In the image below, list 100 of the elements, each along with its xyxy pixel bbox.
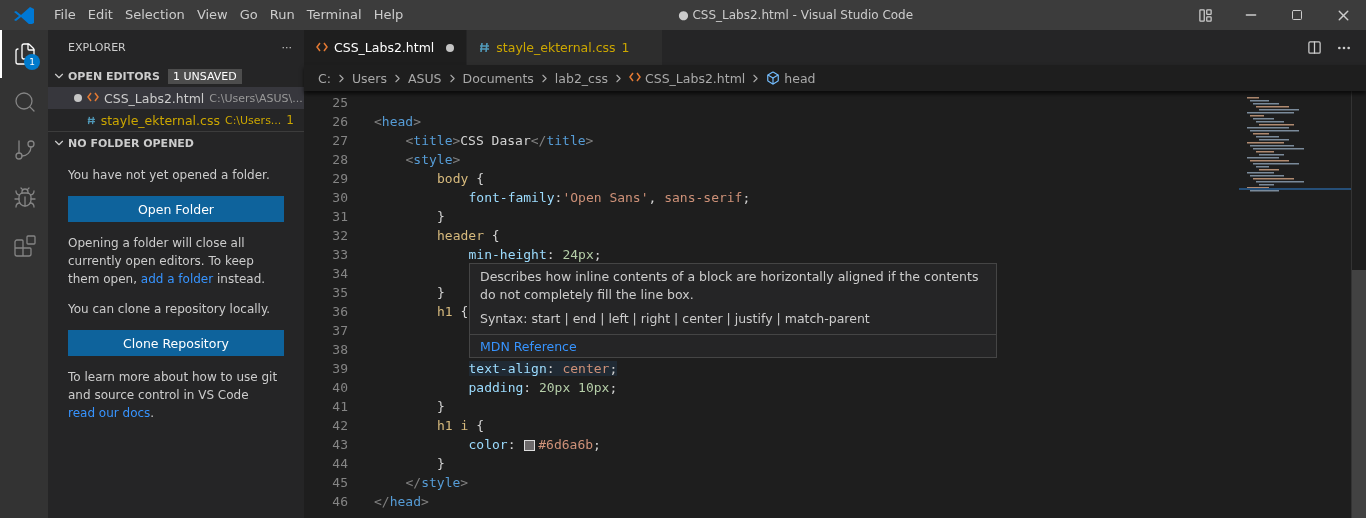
code-token: style — [413, 152, 453, 167]
menu-item[interactable]: Terminal — [300, 0, 368, 30]
code-token: < — [405, 133, 414, 148]
line-number: 30 — [331, 190, 348, 205]
line-number: 45 — [331, 475, 348, 490]
code-token: > — [585, 133, 594, 148]
line-number: 39 — [331, 361, 348, 376]
code-token: font-family — [468, 190, 555, 205]
line-number: 25 — [331, 95, 348, 110]
line-number: 37 — [331, 323, 348, 338]
search-icon[interactable] — [13, 90, 37, 114]
split-editor-icon[interactable] — [1307, 40, 1322, 55]
tooltip-syntax: Syntax: start | end | left | right | center | justify | match-parent — [480, 310, 871, 328]
breadcrumb-item[interactable]: Documents — [462, 70, 534, 86]
code-token: 24px — [562, 247, 594, 262]
code-token: : — [546, 361, 556, 376]
breadcrumb-item[interactable]: C: — [318, 70, 331, 86]
code-token: } — [437, 456, 445, 471]
file-name[interactable]: CSS_Labs2.html — [104, 90, 205, 106]
menu-item[interactable]: Edit — [81, 0, 119, 30]
code-token: head — [381, 114, 414, 129]
code-token: { — [475, 418, 484, 433]
open-editor-item[interactable]: stayle_ekternal.css C:\Users... 1 — [48, 109, 304, 131]
hash-icon — [479, 42, 491, 53]
code-token: : — [507, 437, 517, 452]
code-token: h1 — [437, 304, 453, 319]
open-folder-button[interactable]: Open Folder — [68, 196, 284, 222]
code-token: } — [437, 399, 445, 414]
breadcrumb-item[interactable]: head — [766, 70, 816, 86]
source-control-icon[interactable] — [13, 138, 37, 162]
breadcrumb-item[interactable]: CSS_Labs2.html — [629, 70, 746, 86]
code-token: : — [523, 380, 533, 395]
line-number: 40 — [331, 380, 348, 395]
editor-tab[interactable]: CSS_Labs2.html — [304, 30, 468, 65]
cube-icon — [766, 71, 781, 85]
menu-item[interactable]: Help — [367, 0, 410, 30]
menu-item[interactable]: Go — [233, 0, 264, 30]
code-token: > — [452, 133, 461, 148]
line-number: 38 — [331, 342, 348, 357]
info-text: To learn more about how to use git and source control in VS Code read our docs. — [68, 369, 279, 422]
code-token: > — [460, 475, 469, 490]
file-name[interactable]: stayle_ekternal.css — [100, 112, 220, 128]
code-token: : — [546, 247, 556, 262]
menu-item[interactable]: Selection — [118, 0, 191, 30]
breadcrumb-item[interactable]: ASUS — [407, 70, 442, 86]
color-swatch[interactable] — [524, 440, 536, 451]
menu-item[interactable]: File — [48, 0, 82, 30]
code-token: } — [437, 209, 445, 224]
sidebar-title: EXPLORER — [68, 41, 126, 54]
open-editor-item[interactable]: CSS_Labs2.html C:\Users\ASUS\... — [48, 87, 304, 109]
line-number: 35 — [331, 285, 348, 300]
code-token: 20px 10px — [538, 380, 610, 395]
unsaved-badge: 1 UNSAVED — [167, 68, 242, 84]
code-token: body — [437, 171, 469, 186]
code-token: ; — [742, 190, 751, 205]
line-number: 42 — [331, 418, 348, 433]
code-token: 'Open Sans' — [562, 190, 649, 205]
menu-item[interactable]: Run — [263, 0, 301, 30]
editor-tab[interactable]: stayle_ekternal.css 1 — [467, 30, 663, 65]
line-number: 43 — [331, 437, 348, 452]
run-icon[interactable] — [13, 186, 37, 210]
code-token: title — [546, 133, 586, 148]
code-token: ; — [609, 380, 618, 395]
code-token: { — [475, 171, 484, 186]
code-token: title — [413, 133, 453, 148]
problem-count: 1 — [286, 113, 295, 127]
code-token: { — [490, 228, 500, 243]
code-token: color — [468, 437, 508, 452]
line-number: 36 — [331, 304, 348, 319]
line-number: 26 — [331, 114, 348, 129]
extensions-icon[interactable] — [13, 234, 37, 258]
code-token: </ — [374, 494, 390, 509]
line-number: 33 — [331, 247, 348, 262]
breadcrumb-item[interactable]: Users — [351, 70, 387, 86]
code-token: CSS Dasar — [460, 133, 531, 148]
line-number: 27 — [331, 133, 348, 148]
code-token: > — [413, 114, 421, 129]
mdn-reference-link[interactable]: MDN Reference — [480, 339, 577, 354]
code-token: < — [374, 114, 382, 129]
code-token: </ — [405, 475, 422, 490]
code-token: head — [389, 494, 421, 509]
code-token: { — [459, 304, 469, 319]
code-token: sans-serif — [664, 190, 743, 205]
code-token: style — [421, 475, 461, 490]
add-folder-link[interactable]: add a folder — [140, 272, 214, 286]
line-number: 41 — [331, 399, 348, 414]
scrollbar-thumb[interactable] — [1352, 270, 1366, 518]
menu-item[interactable]: View — [190, 0, 234, 30]
tooltip-description: Describes how inline contents of a block are horizontally aligned if the contents do not completely fill the line box. — [480, 268, 980, 304]
code-token: , — [648, 190, 658, 205]
files-icon[interactable] — [13, 42, 37, 66]
section-title[interactable]: OPEN EDITORS — [68, 69, 160, 83]
clone-repository-button[interactable]: Clone Repository — [68, 330, 284, 356]
code-token: ; — [609, 361, 618, 376]
more-actions-icon[interactable]: ··· — [281, 41, 292, 54]
unsaved-dot-icon[interactable] — [446, 43, 455, 52]
breadcrumb-item[interactable]: lab2_css — [554, 70, 608, 86]
info-text: You can clone a repository locally. — [68, 301, 272, 318]
code-token: > — [420, 494, 429, 509]
section-title[interactable]: NO FOLDER OPENED — [68, 136, 194, 150]
